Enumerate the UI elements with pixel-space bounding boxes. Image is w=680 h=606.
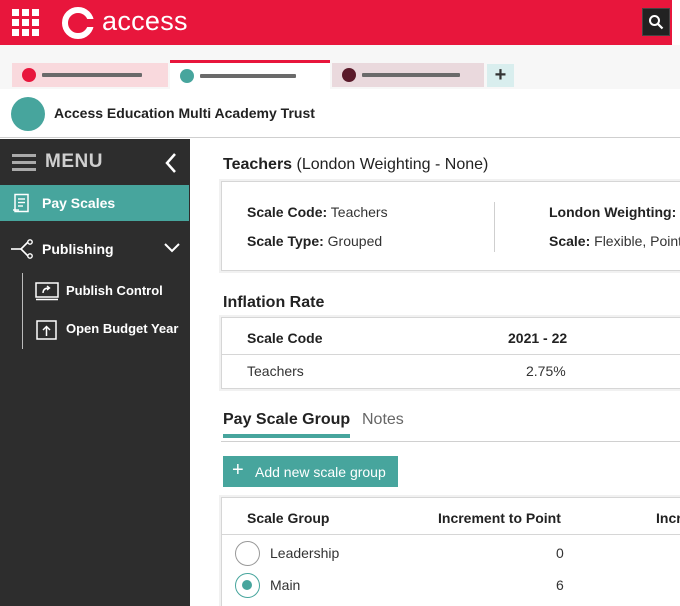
column-header: Scale Group	[247, 510, 330, 526]
sidebar-item-open-budget-year[interactable]: Open Budget Year	[35, 317, 185, 341]
scale-group-table: Scale Group Increment to Point Incr Lead…	[221, 497, 680, 606]
scale-details-card: Scale Code: Teachers Scale Type: Grouped…	[221, 181, 680, 271]
sidebar-item-label: Pay Scales	[42, 195, 116, 211]
table-row[interactable]: Main 6	[222, 571, 680, 601]
column-header: Scale Code	[247, 330, 323, 346]
publish-control-icon	[35, 282, 59, 301]
brand-logo-text: access	[102, 6, 188, 36]
main-content: Teachers (London Weighting - None) Scale…	[190, 139, 680, 606]
table-row[interactable]: Leadership 0	[222, 539, 680, 569]
scale-type-field: Scale Type: Grouped	[247, 233, 382, 249]
sidebar-item-pay-scales[interactable]: Pay Scales	[0, 185, 189, 221]
scale-group-name: Leadership	[270, 545, 340, 561]
add-scale-group-button[interactable]: + Add new scale group	[223, 456, 398, 487]
column-header: 2021 - 22	[508, 330, 568, 346]
window-tabs: +	[0, 45, 680, 89]
london-weighting-label: London Weighting:	[549, 204, 677, 220]
page-title: Teachers (London Weighting - None)	[223, 156, 488, 174]
pay-scale-tabs: Pay Scale Group Notes	[221, 407, 680, 442]
tab-dot-icon	[180, 69, 194, 83]
radio-button[interactable]	[235, 541, 260, 566]
sidebar: MENU Pay Scales Publishing Publish Contr…	[0, 139, 190, 606]
menu-label: MENU	[45, 151, 103, 172]
open-budget-icon	[36, 320, 57, 340]
increment-to-point: 0	[556, 545, 564, 561]
tab-dot-icon	[22, 68, 36, 82]
tab-3[interactable]	[332, 63, 484, 87]
sidebar-subitem-label: Publish Control	[66, 283, 163, 298]
sidebar-item-label: Publishing	[42, 241, 114, 257]
menu-header: MENU	[0, 139, 190, 184]
tab-dot-icon	[342, 68, 356, 82]
scale-group-name: Main	[270, 577, 301, 593]
inflation-table: Scale Code 2021 - 22 Teachers 2.75%	[221, 317, 680, 389]
scale-value: Flexible, Point	[590, 233, 680, 249]
organisation-name: Access Education Multi Academy Trust	[54, 105, 315, 121]
sidebar-item-publish-control[interactable]: Publish Control	[35, 279, 185, 303]
divider	[222, 534, 680, 535]
scale-code-label: Scale Code:	[247, 204, 328, 220]
scale-code-field: Scale Code: Teachers	[247, 204, 388, 220]
tab-pay-scale-group[interactable]: Pay Scale Group	[223, 411, 351, 438]
tab-2-active[interactable]	[170, 60, 330, 89]
publishing-submenu: Publish Control Open Budget Year	[22, 273, 190, 349]
scale-label: Scale:	[549, 233, 591, 249]
table-cell[interactable]: 2.75%	[526, 363, 566, 379]
divider	[222, 354, 680, 355]
top-bar: access	[0, 0, 680, 45]
divider	[494, 202, 495, 252]
increment-to-point: 6	[556, 577, 564, 593]
scale-type-label: Scale Type:	[247, 233, 324, 249]
share-icon	[11, 239, 33, 259]
search-icon	[649, 15, 664, 30]
radio-button-selected[interactable]	[235, 573, 260, 598]
organisation-bar: Access Education Multi Academy Trust	[0, 89, 680, 138]
chevron-down-icon[interactable]	[164, 243, 180, 253]
column-header: Increment to Point	[438, 510, 561, 526]
add-tab-button[interactable]: +	[487, 64, 514, 87]
page-title-bold: Teachers	[223, 156, 293, 173]
column-header: Incr	[656, 510, 680, 526]
sidebar-subitem-label: Open Budget Year	[66, 321, 179, 336]
tab-title-placeholder	[42, 73, 142, 77]
search-button[interactable]	[642, 8, 670, 36]
chevron-left-icon[interactable]	[164, 152, 178, 174]
plus-icon: +	[232, 459, 244, 481]
top-bar-edge	[672, 0, 680, 45]
tab-title-placeholder	[362, 73, 460, 77]
tab-1[interactable]	[12, 63, 168, 87]
document-icon	[13, 193, 29, 213]
tab-title-placeholder	[200, 74, 296, 78]
access-logo-icon	[62, 7, 96, 39]
app-grid-icon[interactable]	[12, 9, 39, 36]
scale-code-value: Teachers	[327, 204, 388, 220]
hamburger-icon[interactable]	[12, 154, 36, 171]
inflation-rate-title: Inflation Rate	[223, 294, 325, 311]
avatar[interactable]	[11, 97, 45, 131]
table-cell: Teachers	[247, 363, 304, 379]
sidebar-item-publishing[interactable]: Publishing	[0, 231, 190, 265]
scale-field: Scale: Flexible, Point	[549, 233, 680, 249]
scale-type-value: Grouped	[323, 233, 383, 249]
london-weighting-field: London Weighting:	[549, 204, 676, 220]
tab-notes[interactable]: Notes	[362, 411, 404, 429]
add-scale-group-label: Add new scale group	[255, 464, 386, 480]
page-title-suffix: (London Weighting - None)	[292, 156, 489, 173]
